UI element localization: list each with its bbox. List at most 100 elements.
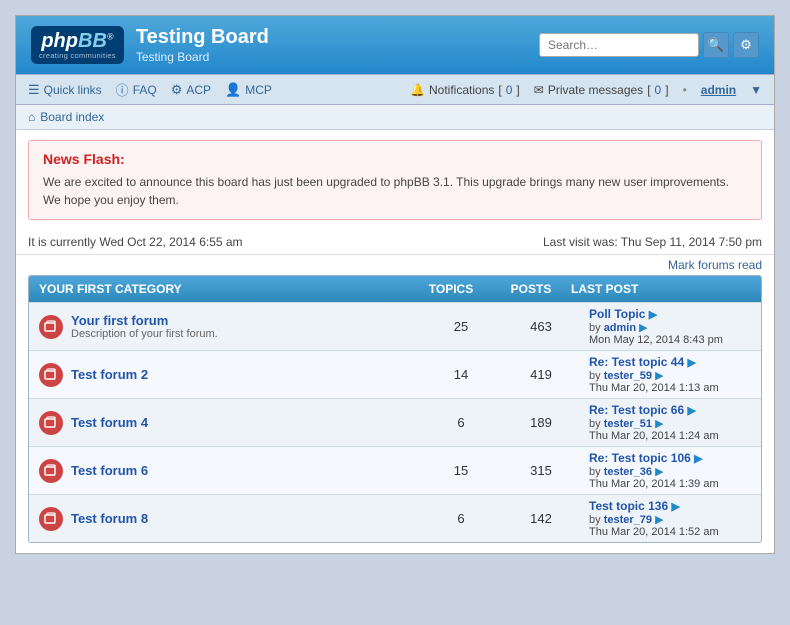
forum-posts-count: 315 [501, 459, 581, 482]
forum-rows-container: Your first forum Description of your fir… [29, 302, 761, 542]
envelope-icon: ✉ [534, 83, 544, 97]
pm-count-link[interactable]: 0 [655, 83, 662, 97]
search-button[interactable]: 🔍 [703, 32, 729, 58]
col-topics: TOPICS [411, 282, 491, 296]
nav-left: ☰ Quick links ⓘ FAQ ⚙ ACP 👤 MCP [28, 80, 272, 99]
mcp-label: MCP [245, 83, 272, 97]
notifications-item: 🔔 Notifications [0] [410, 83, 520, 97]
col-lastpost: LAST POST [571, 282, 751, 296]
forum-icon [39, 315, 63, 339]
search-input[interactable] [539, 33, 699, 57]
forum-table-header: YOUR FIRST CATEGORY TOPICS POSTS LAST PO… [29, 276, 761, 302]
logo-wrapper: phpBB® creating communities [39, 30, 116, 60]
advanced-search-button[interactable]: ⚙ [733, 32, 759, 58]
notifications-count-link[interactable]: 0 [506, 83, 513, 97]
view-post-icon: ▶ [649, 309, 657, 321]
nav-bar: ☰ Quick links ⓘ FAQ ⚙ ACP 👤 MCP 🔔 Notifi… [16, 74, 774, 105]
forum-name[interactable]: Test forum 2 [71, 367, 148, 382]
last-post-byline: by tester_36 ▶ [589, 465, 753, 478]
forum-topics-count: 14 [421, 363, 501, 386]
forum-name-area: Test forum 2 [71, 367, 148, 382]
forum-lastpost-cell: Re: Test topic 66 ▶ by tester_51 ▶ Thu M… [581, 399, 761, 446]
acp-label: ACP [186, 83, 211, 97]
admin-user-link[interactable]: admin [701, 83, 736, 97]
forum-topics-count: 6 [421, 507, 501, 530]
forum-name[interactable]: Test forum 6 [71, 463, 148, 478]
last-topic-title[interactable]: Re: Test topic 44 ▶ [589, 355, 753, 369]
forum-cell-name: Your first forum Description of your fir… [29, 305, 421, 348]
forum-row: Test forum 2 14 419 Re: Test topic 44 ▶ … [29, 350, 761, 398]
forum-icon [39, 411, 63, 435]
last-topic-title[interactable]: Test topic 136 ▶ [589, 499, 753, 513]
forum-posts-count: 463 [501, 315, 581, 338]
mcp-nav[interactable]: 👤 MCP [225, 82, 272, 98]
phpbb-logo: phpBB® creating communities [31, 26, 124, 64]
last-topic-title[interactable]: Re: Test topic 66 ▶ [589, 403, 753, 417]
last-topic-title[interactable]: Poll Topic ▶ [589, 307, 753, 321]
board-index-link[interactable]: Board index [40, 110, 104, 124]
news-flash-body: We are excited to announce this board ha… [43, 173, 747, 209]
last-post-date: Thu Mar 20, 2014 1:13 am [589, 382, 753, 394]
last-post-date: Thu Mar 20, 2014 1:24 am [589, 430, 753, 442]
forum-name-area: Test forum 8 [71, 511, 148, 526]
home-icon: ⌂ [28, 110, 35, 124]
faq-nav[interactable]: ⓘ FAQ [116, 80, 157, 99]
current-time: It is currently Wed Oct 22, 2014 6:55 am [28, 235, 243, 249]
forum-row: Your first forum Description of your fir… [29, 302, 761, 350]
acp-nav[interactable]: ⚙ ACP [171, 82, 211, 98]
view-post-icon: ▶ [694, 453, 702, 465]
forum-posts-count: 142 [501, 507, 581, 530]
view-profile-icon: ▶ [655, 418, 663, 430]
forum-icon [39, 507, 63, 531]
logo-area: phpBB® creating communities Testing Boar… [31, 26, 269, 64]
faq-icon: ⓘ [116, 80, 129, 99]
phpbb-logo-text: phpBB® [41, 30, 113, 53]
board-title-area: Testing Board Testing Board [136, 26, 269, 64]
forum-posts-count: 189 [501, 411, 581, 434]
mark-forums-read-link[interactable]: Mark forums read [668, 258, 762, 272]
last-poster-link[interactable]: admin [604, 322, 636, 334]
view-profile-icon: ▶ [655, 514, 663, 526]
view-post-icon: ▶ [687, 405, 695, 417]
quick-links-label: Quick links [44, 83, 102, 97]
forum-icon [39, 363, 63, 387]
reg-mark: ® [107, 31, 114, 41]
forum-row: Test forum 6 15 315 Re: Test topic 106 ▶… [29, 446, 761, 494]
view-profile-icon: ▶ [639, 322, 647, 334]
view-profile-icon: ▶ [655, 370, 663, 382]
last-post-byline: by tester_51 ▶ [589, 417, 753, 430]
mark-read-bar: Mark forums read [16, 255, 774, 275]
forum-cell-name: Test forum 2 [29, 355, 421, 395]
search-area: 🔍 ⚙ [539, 32, 759, 58]
last-topic-title[interactable]: Re: Test topic 106 ▶ [589, 451, 753, 465]
forum-name-area: Test forum 4 [71, 415, 148, 430]
last-post-date: Thu Mar 20, 2014 1:52 am [589, 526, 753, 538]
view-profile-icon: ▶ [655, 466, 663, 478]
last-poster-link[interactable]: tester_36 [604, 466, 652, 478]
forum-name[interactable]: Test forum 8 [71, 511, 148, 526]
quick-links-nav[interactable]: ☰ Quick links [28, 82, 102, 98]
forum-posts-count: 419 [501, 363, 581, 386]
last-poster-link[interactable]: tester_51 [604, 418, 652, 430]
logo-subtitle: creating communities [39, 51, 116, 60]
last-post-date: Thu Mar 20, 2014 1:39 am [589, 478, 753, 490]
col-posts: POSTS [491, 282, 571, 296]
forum-lastpost-cell: Test topic 136 ▶ by tester_79 ▶ Thu Mar … [581, 495, 761, 542]
header: phpBB® creating communities Testing Boar… [16, 16, 774, 74]
news-flash-title: News Flash: [43, 151, 747, 167]
last-post-byline: by admin ▶ [589, 321, 753, 334]
notifications-label: Notifications [429, 83, 494, 97]
last-poster-link[interactable]: tester_79 [604, 514, 652, 526]
col-category: YOUR FIRST CATEGORY [39, 282, 411, 296]
forum-name[interactable]: Your first forum [71, 313, 218, 328]
mcp-icon: 👤 [225, 82, 241, 98]
view-post-icon: ▶ [671, 501, 679, 513]
forum-topics-count: 6 [421, 411, 501, 434]
last-poster-link[interactable]: tester_59 [604, 370, 652, 382]
forum-row: Test forum 8 6 142 Test topic 136 ▶ by t… [29, 494, 761, 542]
forum-name[interactable]: Test forum 4 [71, 415, 148, 430]
last-post-byline: by tester_59 ▶ [589, 369, 753, 382]
last-post-byline: by tester_79 ▶ [589, 513, 753, 526]
forum-icon [39, 459, 63, 483]
nav-right: 🔔 Notifications [0] ✉ Private messages [… [410, 83, 762, 97]
